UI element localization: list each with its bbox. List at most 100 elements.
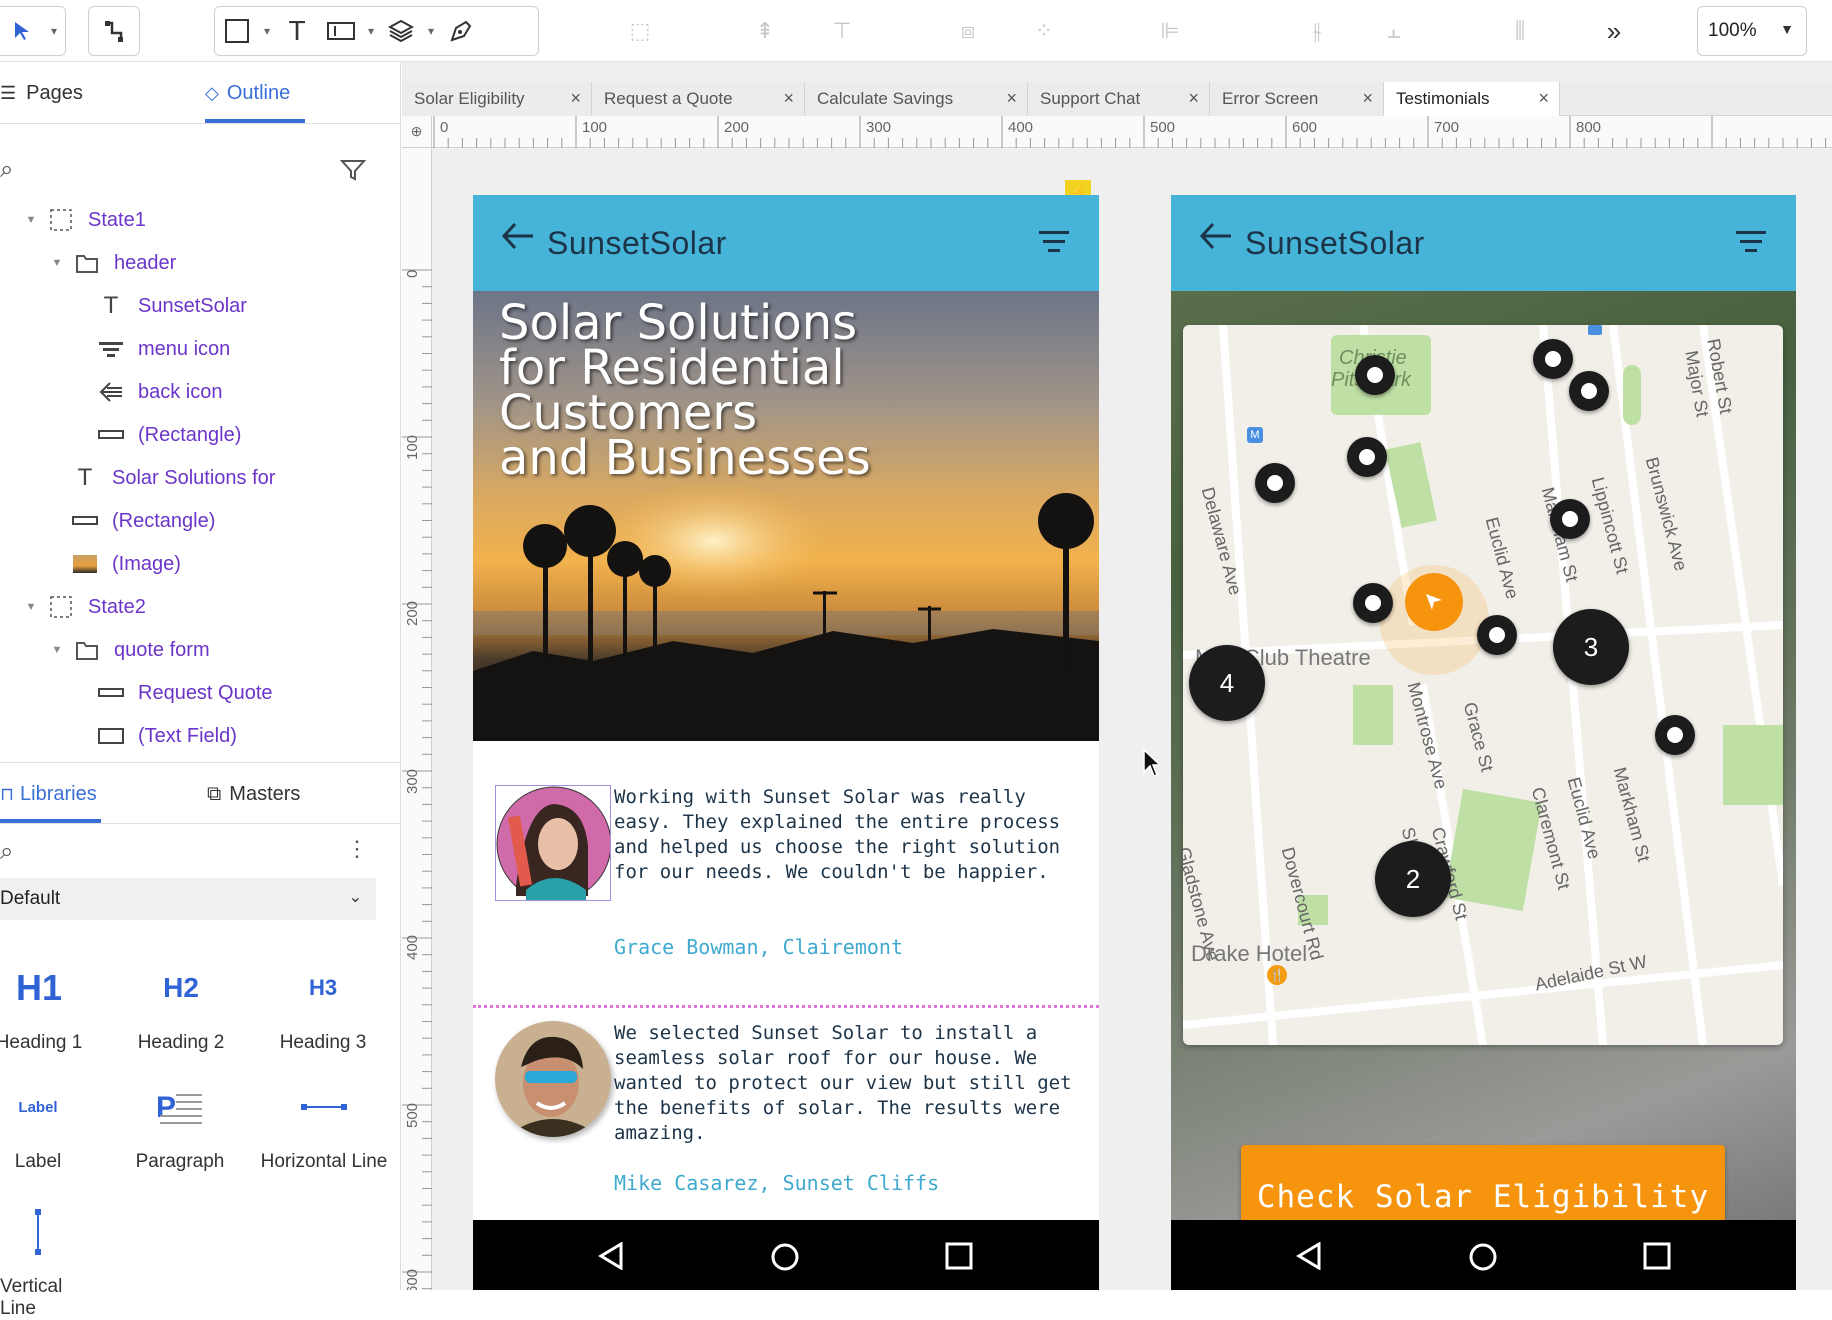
widget-vertical-line[interactable]: Vertical Line <box>0 1202 103 1320</box>
tree-item-sunsetsolar[interactable]: T SunsetSolar <box>96 288 247 324</box>
tree-item-menu-icon[interactable]: menu icon <box>96 331 230 367</box>
field-tool-icon[interactable] <box>319 7 363 55</box>
tree-item-request-quote[interactable]: Request Quote <box>96 675 273 711</box>
heading-1-icon: H1 <box>15 967 63 1008</box>
expand-caret-icon[interactable]: ▼ <box>50 644 64 656</box>
close-icon[interactable]: × <box>1188 88 1199 109</box>
tab-solar-eligibility[interactable]: Solar Eligibility × <box>402 82 592 116</box>
nav-recents-icon[interactable] <box>1643 1242 1671 1270</box>
tree-item-text-field[interactable]: (Text Field) <box>96 718 237 754</box>
back-arrow-icon[interactable] <box>1199 221 1233 260</box>
map-pin[interactable] <box>1355 355 1395 395</box>
tree-item-image[interactable]: (Image) <box>70 546 181 582</box>
tree-item-quote-form[interactable]: ▼ quote form <box>50 632 210 668</box>
close-icon[interactable]: × <box>1538 88 1549 109</box>
current-location-icon[interactable] <box>1405 573 1463 631</box>
pointer-icon[interactable] <box>0 7 46 55</box>
menu-icon[interactable] <box>1039 231 1069 258</box>
tree-item-rectangle[interactable]: (Rectangle) <box>96 417 241 453</box>
text-field-icon <box>96 721 126 751</box>
library-select[interactable]: Default ⌄ <box>0 878 376 920</box>
tab-libraries[interactable]: ⊓ Libraries <box>0 763 97 825</box>
chevron-down-icon[interactable]: ▾ <box>363 7 379 55</box>
more-tools-icon[interactable]: » <box>1594 12 1634 50</box>
tab-pages[interactable]: ☰ Pages <box>0 62 83 124</box>
tab-support-chat[interactable]: Support Chat × <box>1028 82 1210 116</box>
close-icon[interactable]: × <box>1362 88 1373 109</box>
map-pin[interactable] <box>1353 583 1393 623</box>
bring-forward-icon[interactable]: ⇞ <box>745 12 785 50</box>
zoom-select[interactable]: 100% ▼ <box>1697 6 1807 56</box>
widget-heading-1[interactable]: H1 Heading 1 <box>0 958 104 1054</box>
tab-masters[interactable]: ⧉ Masters <box>207 763 300 825</box>
widget-heading-3[interactable]: H3 Heading 3 <box>258 958 388 1054</box>
pen-tool-icon[interactable] <box>439 7 483 55</box>
group-icon[interactable]: ⬚ <box>620 12 660 50</box>
tab-request-a-quote[interactable]: Request a Quote × <box>592 82 805 116</box>
distribute-icon[interactable]: ⁘ <box>1024 12 1064 50</box>
tree-item-back-icon[interactable]: back icon <box>96 374 223 410</box>
more-options-icon[interactable]: ⋮ <box>346 836 368 862</box>
text-tool-icon[interactable]: T <box>275 7 319 55</box>
library-search-icon[interactable]: ⌕ <box>0 838 13 866</box>
svg-text:P: P <box>156 1091 176 1124</box>
nav-home-icon[interactable] <box>770 1242 800 1272</box>
close-icon[interactable]: × <box>783 88 794 109</box>
map-cluster[interactable]: 3 <box>1553 609 1629 685</box>
map-pin[interactable] <box>1477 615 1517 655</box>
widget-label[interactable]: Label Label <box>0 1077 103 1173</box>
expand-caret-icon[interactable]: ▼ <box>24 214 38 226</box>
map-pin[interactable] <box>1550 499 1590 539</box>
send-backward-icon[interactable]: ⊤ <box>822 12 862 50</box>
tree-item-header[interactable]: ▼ header <box>50 245 177 281</box>
expand-caret-icon[interactable]: ▼ <box>50 257 64 269</box>
close-icon[interactable]: × <box>570 88 581 109</box>
align-bottom-icon[interactable]: ⫠ <box>1374 12 1414 50</box>
close-icon[interactable]: × <box>1006 88 1017 109</box>
back-arrow-icon[interactable] <box>501 221 535 260</box>
menu-icon[interactable] <box>1736 231 1766 258</box>
tree-item-solar-solutions[interactable]: T Solar Solutions for <box>70 460 276 496</box>
tree-item-state1[interactable]: ▼ State1 <box>24 202 146 238</box>
ruler-origin-icon[interactable]: ⊕ <box>402 116 432 148</box>
nav-back-icon[interactable] <box>597 1242 625 1270</box>
map-pin[interactable] <box>1347 437 1387 477</box>
layers-tool-icon[interactable] <box>379 7 423 55</box>
align-left-icon[interactable]: ⊫ <box>1150 12 1190 50</box>
app-header: SunsetSolar <box>1171 195 1796 291</box>
rectangle-tool-icon[interactable] <box>215 7 259 55</box>
map-pin[interactable] <box>1655 715 1695 755</box>
tree-item-state2[interactable]: ▼ State2 <box>24 589 146 625</box>
tab-testimonials[interactable]: Testimonials × <box>1384 82 1560 116</box>
widget-horizontal-line[interactable]: Horizontal Line <box>259 1077 389 1173</box>
canvas[interactable]: Solar Eligibility × Request a Quote × Calc… <box>402 62 1832 1290</box>
nav-recents-icon[interactable] <box>945 1242 973 1270</box>
map-pin[interactable] <box>1533 339 1573 379</box>
align-icon[interactable]: ⧈ <box>948 12 988 50</box>
nav-back-icon[interactable] <box>1295 1242 1323 1270</box>
select-tool-group[interactable]: ▾ <box>0 6 66 56</box>
tab-calculate-savings[interactable]: Calculate Savings × <box>805 82 1028 116</box>
state-icon <box>46 205 76 235</box>
chevron-down-icon[interactable]: ▾ <box>423 7 439 55</box>
libraries-icon: ⊓ <box>0 783 15 804</box>
expand-caret-icon[interactable]: ▼ <box>24 601 38 613</box>
map-pin[interactable] <box>1255 463 1295 503</box>
map[interactable]: M Christie Pits Park Robert St Major St … <box>1183 325 1783 1045</box>
widget-heading-2[interactable]: H2 Heading 2 <box>116 958 246 1054</box>
chevron-down-icon[interactable]: ▾ <box>259 7 275 55</box>
map-cluster[interactable]: 4 <box>1189 645 1265 721</box>
map-cluster[interactable]: 2 <box>1375 841 1451 917</box>
nav-home-icon[interactable] <box>1468 1242 1498 1272</box>
spacing-icon[interactable]: ⫼ <box>1500 12 1540 50</box>
tab-outline[interactable]: ◇ Outline <box>205 62 290 124</box>
search-icon[interactable]: ⌕ <box>0 156 13 184</box>
tree-item-rectangle[interactable]: (Rectangle) <box>70 503 215 539</box>
chevron-down-icon[interactable]: ▾ <box>46 7 62 55</box>
tab-error-screen[interactable]: Error Screen × <box>1210 82 1384 116</box>
widget-paragraph[interactable]: P Paragraph <box>115 1077 245 1173</box>
map-pin[interactable] <box>1569 371 1609 411</box>
connector-tool-button[interactable] <box>88 6 140 56</box>
align-center-icon[interactable]: ⫳ <box>1297 12 1337 50</box>
filter-icon[interactable] <box>339 158 367 187</box>
